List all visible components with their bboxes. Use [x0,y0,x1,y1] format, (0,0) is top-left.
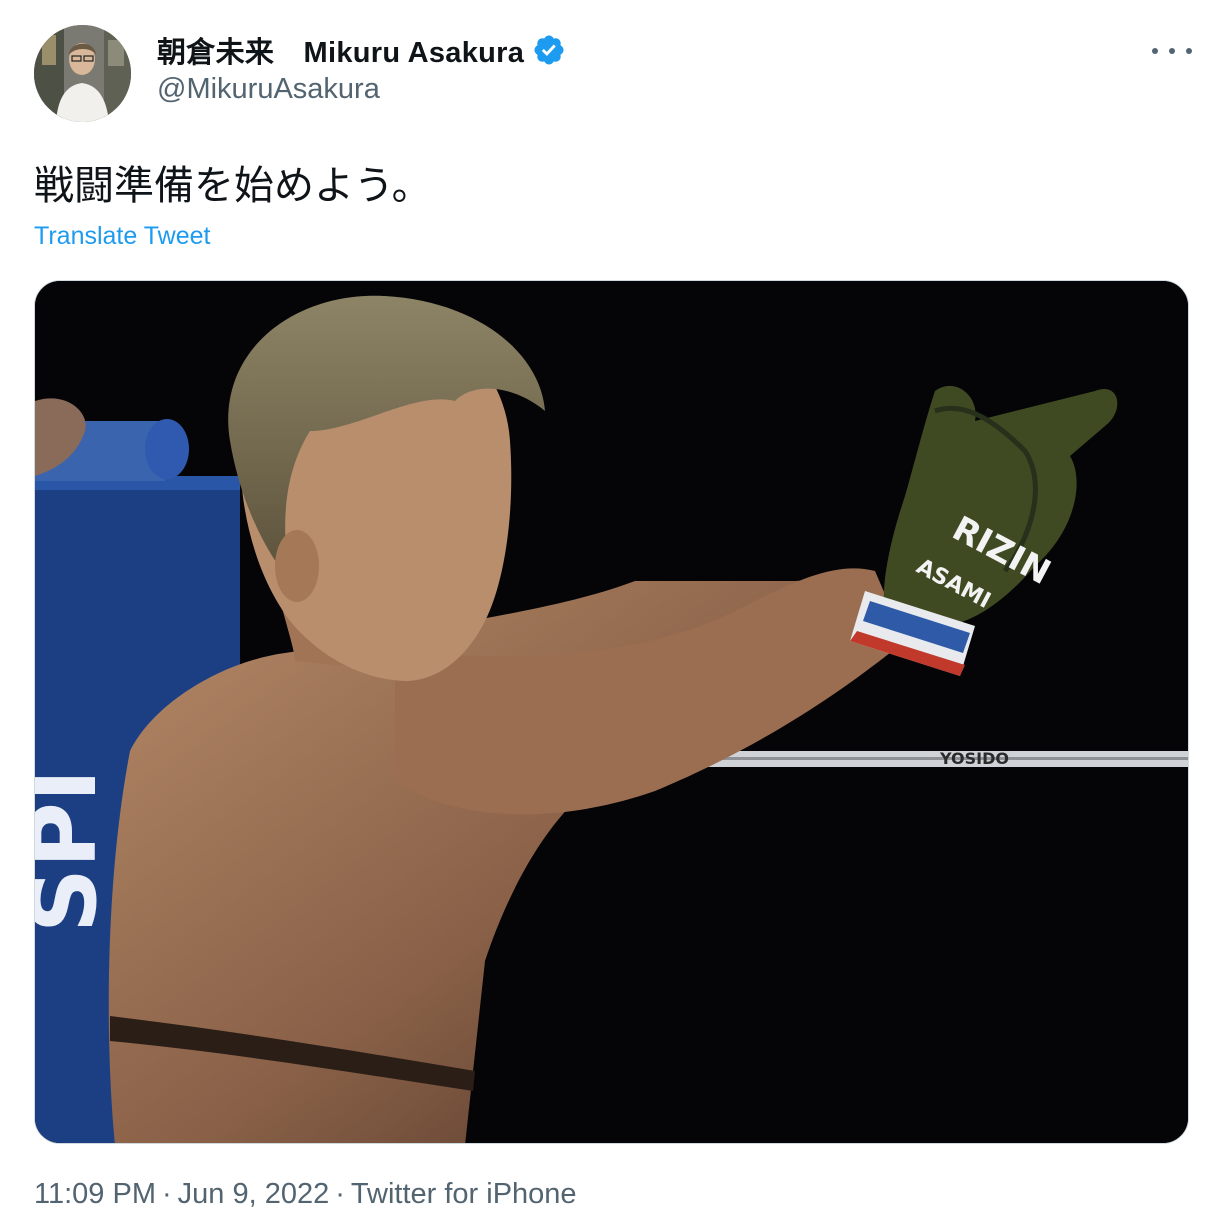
tweet-text: 戦闘準備を始めよう。 [34,163,432,209]
display-name[interactable]: 朝倉未来 Mikuru Asakura [157,29,524,71]
profile-avatar[interactable] [34,25,131,122]
svg-text:SPI: SPI [35,769,117,933]
avatar-image [34,25,131,122]
tweet-time[interactable]: 11:09 PM [34,1178,156,1210]
more-dot [1186,48,1192,54]
translate-tweet-link[interactable]: Translate Tweet [34,222,210,251]
user-handle[interactable]: @MikuruAsakura [157,73,380,106]
more-dot [1169,48,1175,54]
tweet-date[interactable]: Jun 9, 2022 [178,1178,330,1210]
meta-separator: · [335,1178,345,1210]
meta-separator: · [161,1178,172,1210]
verified-badge-icon [532,33,566,67]
more-dot [1152,48,1158,54]
fighter-photo: SPI YOSIDO RIZIN ASAMI [35,281,1188,1143]
tweet-photo[interactable]: SPI YOSIDO RIZIN ASAMI [34,280,1189,1144]
name-row: 朝倉未来 Mikuru Asakura [157,30,566,70]
rope-text: YOSIDO [939,749,1009,768]
tweet-source[interactable]: Twitter for iPhone [351,1178,577,1210]
tweet-card: 朝倉未来 Mikuru Asakura @MikuruAsakura 戦闘準備を… [0,0,1216,1213]
more-options-icon[interactable] [1152,36,1192,66]
tweet-meta: 11:09 PM · Jun 9, 2022 · Twitter for iPhone [34,1178,577,1211]
